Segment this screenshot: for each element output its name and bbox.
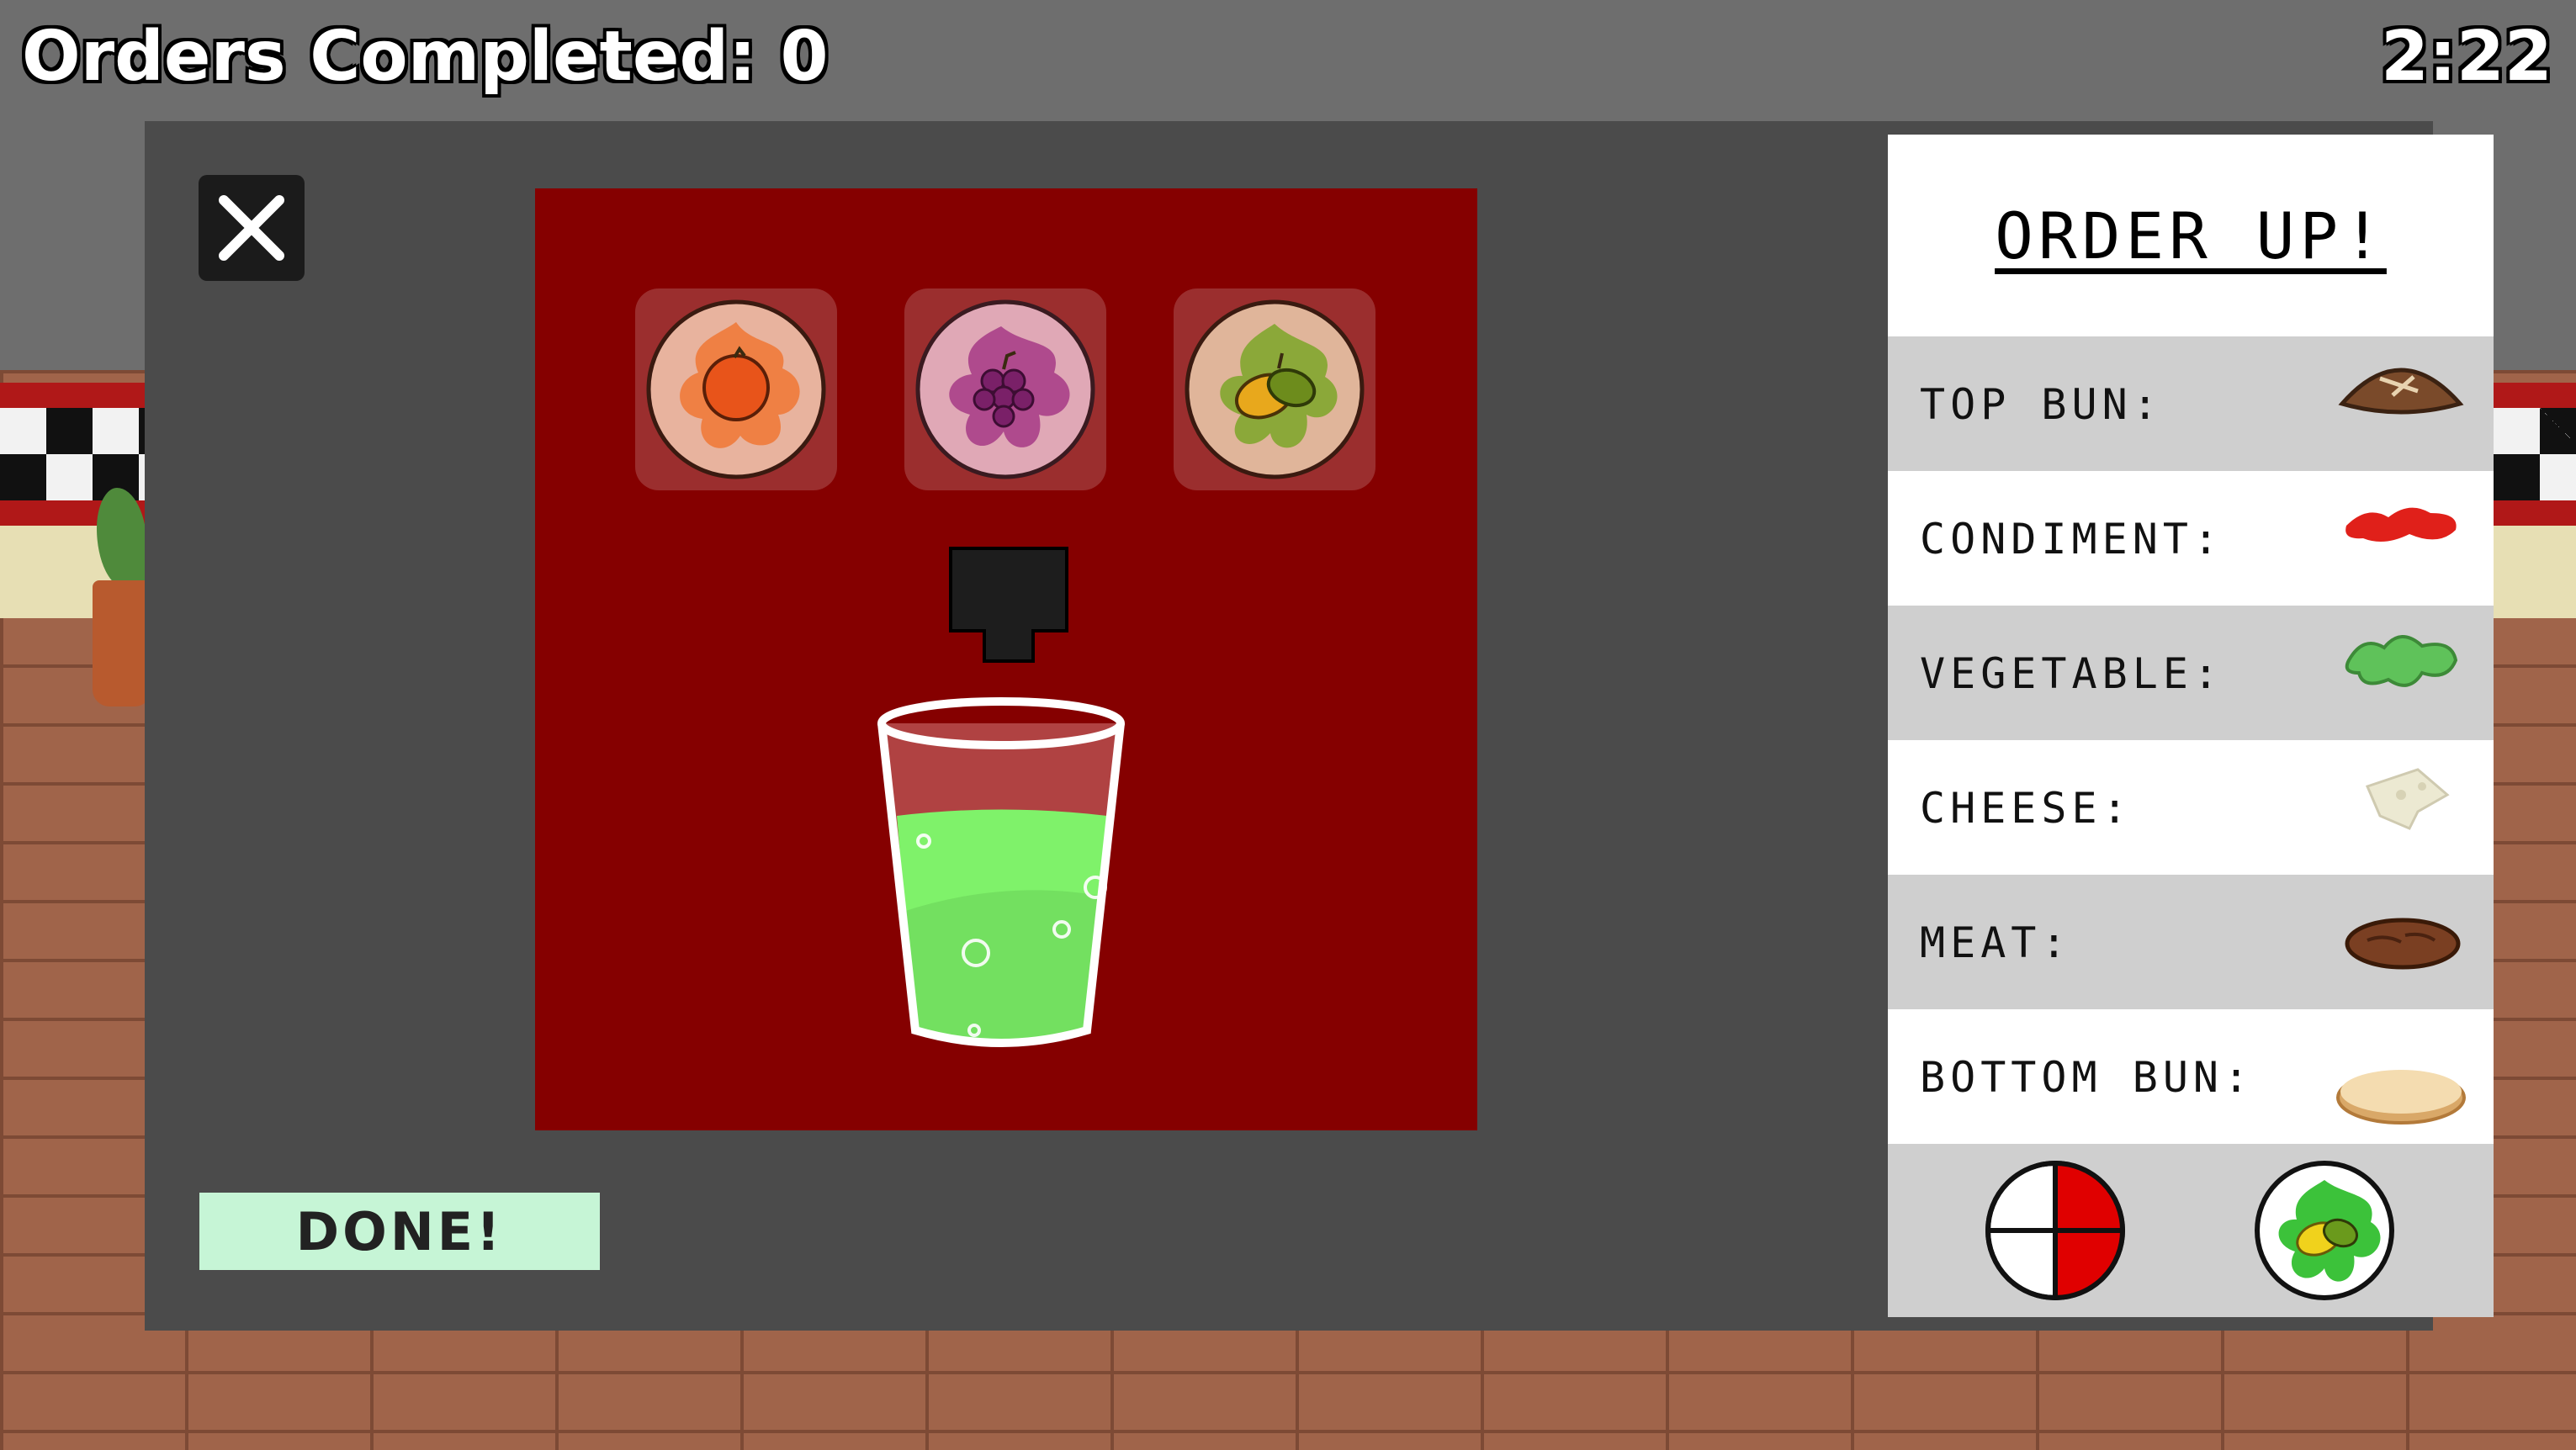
patty-icon bbox=[2345, 918, 2461, 970]
order-ticket: ORDER UP! TOP BUN: CONDIMENT: VEGETABLE:… bbox=[1888, 135, 2494, 1317]
drink-dispenser-nozzle bbox=[983, 629, 1035, 663]
counter-right bbox=[2494, 526, 2576, 618]
wall-stripe-left bbox=[0, 383, 145, 408]
wall-stripe-right-bottom bbox=[2494, 500, 2576, 526]
order-row-cheese: CHEESE: bbox=[1888, 740, 2494, 875]
order-row-label: VEGETABLE: bbox=[1920, 649, 2224, 698]
order-row-label: TOP BUN: bbox=[1920, 380, 2163, 429]
orders-completed-counter: Orders Completed: 0 bbox=[22, 17, 829, 97]
order-row-bottom-bun: BOTTOM BUN: bbox=[1888, 1009, 2494, 1144]
order-title: ORDER UP! bbox=[1995, 198, 2387, 273]
lemon-lime-splash-icon bbox=[1185, 299, 1365, 479]
drink-cup bbox=[877, 697, 1125, 1047]
order-row-label: CHEESE: bbox=[1920, 784, 2133, 833]
top-bun-icon bbox=[2338, 368, 2464, 415]
lemon-lime-flavor-button[interactable] bbox=[1174, 288, 1375, 490]
done-button[interactable]: DONE! bbox=[199, 1193, 600, 1270]
cheese-icon bbox=[2365, 768, 2450, 830]
grape-splash-icon bbox=[915, 299, 1095, 479]
orange-flavor-button[interactable] bbox=[635, 288, 837, 490]
bottom-bun-icon bbox=[2336, 1070, 2466, 1125]
order-row-vegetable: VEGETABLE: bbox=[1888, 606, 2494, 740]
close-button[interactable] bbox=[199, 175, 305, 281]
orange-splash-icon bbox=[646, 299, 826, 479]
grape-flavor-button[interactable] bbox=[904, 288, 1106, 490]
fries-quarter-icon bbox=[1985, 1161, 2125, 1300]
order-row-label: MEAT: bbox=[1920, 918, 2072, 967]
order-row-label: BOTTOM BUN: bbox=[1920, 1053, 2255, 1102]
checker-trim-left bbox=[0, 408, 145, 500]
lemon-lime-drink-icon bbox=[2255, 1161, 2394, 1300]
order-row-top-bun: TOP BUN: bbox=[1888, 336, 2494, 471]
order-row-label: CONDIMENT: bbox=[1920, 515, 2224, 564]
checker-trim-right bbox=[2494, 408, 2576, 500]
order-row-meat: MEAT: bbox=[1888, 875, 2494, 1009]
lettuce-icon bbox=[2345, 635, 2458, 687]
ketchup-icon bbox=[2345, 507, 2457, 542]
order-row-condiment: CONDIMENT: bbox=[1888, 471, 2494, 606]
wall-stripe-right bbox=[2494, 383, 2576, 408]
close-icon bbox=[219, 195, 284, 261]
round-timer: 2:22 bbox=[2381, 17, 2552, 97]
plant-pot bbox=[93, 580, 151, 706]
order-sides bbox=[1888, 1144, 2494, 1317]
drink-dispenser-spout bbox=[949, 547, 1068, 632]
